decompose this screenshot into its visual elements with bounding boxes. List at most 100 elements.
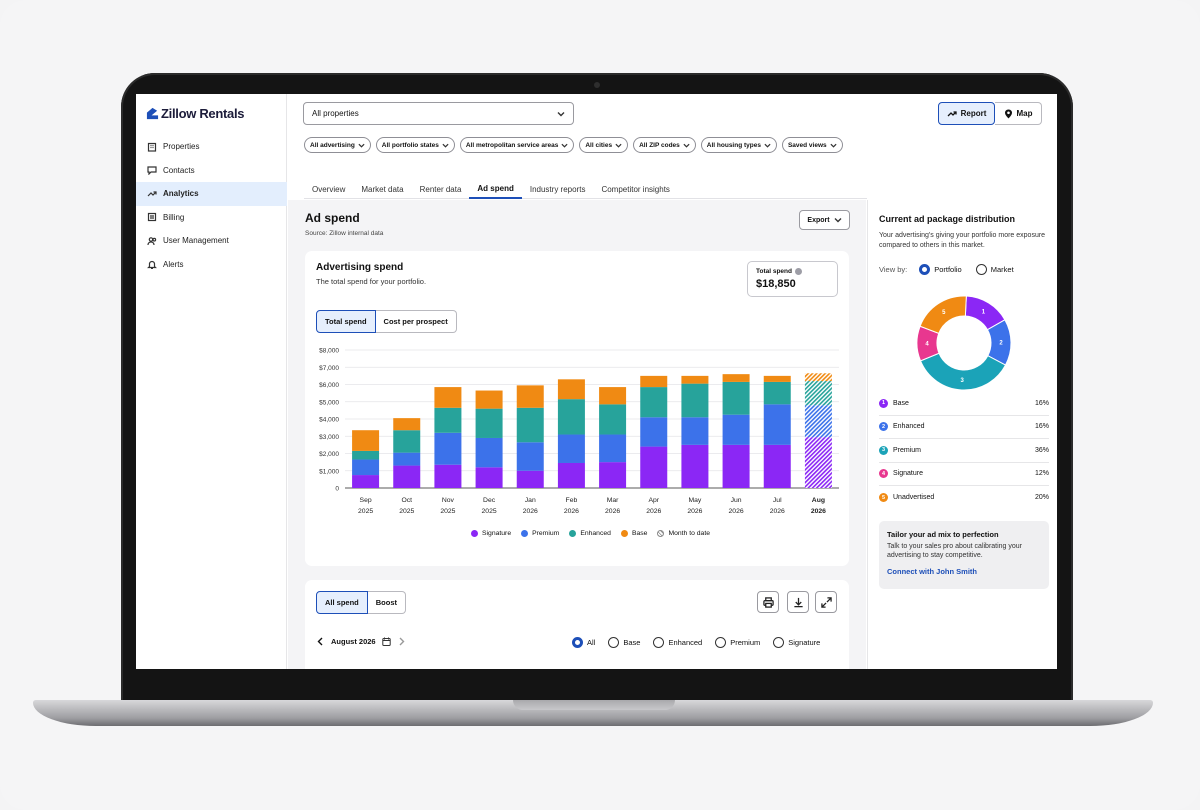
- bar-premium-jul[interactable]: [763, 404, 791, 445]
- bar-base-mar[interactable]: [599, 387, 627, 405]
- map-button[interactable]: Map: [995, 102, 1042, 125]
- bar-signature-oct[interactable]: [393, 465, 421, 488]
- chevron-right-icon[interactable]: [397, 637, 406, 646]
- radio-premium[interactable]: Premium: [715, 637, 760, 648]
- export-label: Export: [807, 216, 830, 224]
- filter-all-advertising[interactable]: All advertising: [304, 137, 371, 153]
- sidebar-item-user-management[interactable]: User Management: [136, 229, 287, 253]
- x-tick-month: Jun: [731, 497, 742, 504]
- bar-signature-nov[interactable]: [434, 464, 462, 488]
- bar-enhanced-jun[interactable]: [722, 381, 750, 415]
- filter-all-housing-types[interactable]: All housing types: [700, 137, 777, 153]
- bar-enhanced-aug[interactable]: [804, 381, 832, 406]
- bar-base-jul[interactable]: [763, 375, 791, 382]
- bar-base-aug[interactable]: [804, 373, 832, 382]
- bar-base-oct[interactable]: [393, 418, 421, 431]
- boost-toggle[interactable]: Boost: [367, 591, 407, 614]
- radio-enhanced[interactable]: Enhanced: [653, 637, 702, 648]
- filter-all-zip-codes[interactable]: All ZIP codes: [633, 137, 696, 153]
- bar-base-apr[interactable]: [640, 375, 668, 388]
- bar-premium-jan[interactable]: [516, 442, 544, 471]
- view-market-radio[interactable]: Market: [975, 264, 1014, 275]
- bar-base-may[interactable]: [681, 375, 709, 384]
- expand-button[interactable]: [815, 591, 837, 613]
- view-portfolio-radio[interactable]: Portfolio: [919, 264, 962, 275]
- bar-premium-dec[interactable]: [475, 437, 503, 468]
- bar-signature-mar[interactable]: [599, 462, 627, 488]
- card-subtitle: The total spend for your portfolio.: [316, 277, 427, 286]
- filter-all-cities[interactable]: All cities: [579, 137, 629, 153]
- total-spend-toggle[interactable]: Total spend: [316, 310, 376, 333]
- print-button[interactable]: [757, 591, 779, 613]
- bar-enhanced-dec[interactable]: [475, 408, 503, 438]
- bar-signature-feb[interactable]: [557, 462, 585, 488]
- radio-all[interactable]: All: [572, 637, 595, 648]
- bar-premium-aug[interactable]: [804, 405, 832, 438]
- bar-signature-sep[interactable]: [352, 475, 380, 488]
- bar-enhanced-jan[interactable]: [516, 407, 544, 443]
- bar-signature-dec[interactable]: [475, 467, 503, 488]
- radio-signature[interactable]: Signature: [773, 637, 820, 648]
- bar-enhanced-oct[interactable]: [393, 430, 421, 453]
- bar-signature-jan[interactable]: [516, 470, 544, 488]
- bar-premium-mar[interactable]: [599, 434, 627, 463]
- tab-renter-data[interactable]: Renter data: [412, 179, 470, 199]
- bar-premium-oct[interactable]: [393, 452, 421, 466]
- tab-overview[interactable]: Overview: [304, 179, 353, 199]
- report-button[interactable]: Report: [938, 102, 995, 125]
- bar-base-jun[interactable]: [722, 374, 750, 382]
- calendar-icon[interactable]: [381, 637, 391, 646]
- property-select[interactable]: All properties: [303, 102, 574, 125]
- sidebar-item-analytics[interactable]: Analytics: [136, 182, 287, 206]
- all-spend-toggle[interactable]: All spend: [316, 591, 368, 614]
- bar-premium-may[interactable]: [681, 417, 709, 445]
- tab-ad-spend[interactable]: Ad spend: [469, 179, 522, 199]
- info-icon[interactable]: [795, 268, 802, 275]
- download-button[interactable]: [787, 591, 809, 613]
- sidebar-item-billing[interactable]: Billing: [136, 206, 287, 230]
- bar-premium-apr[interactable]: [640, 417, 668, 447]
- bar-base-dec[interactable]: [475, 390, 503, 409]
- tab-competitor-insights[interactable]: Competitor insights: [593, 179, 677, 199]
- bar-premium-sep[interactable]: [352, 459, 380, 476]
- export-button[interactable]: Export: [799, 210, 850, 230]
- sidebar-item-properties[interactable]: Properties: [136, 135, 287, 159]
- connect-link[interactable]: Connect with John Smith: [887, 567, 1041, 576]
- bar-enhanced-sep[interactable]: [352, 450, 380, 460]
- sidebar-item-alerts[interactable]: Alerts: [136, 253, 287, 277]
- bar-signature-apr[interactable]: [640, 446, 668, 488]
- filter-all-metropolitan-service-areas[interactable]: All metropolitan service areas: [459, 137, 575, 153]
- sidebar-item-contacts[interactable]: Contacts: [136, 159, 287, 183]
- bar-enhanced-may[interactable]: [681, 383, 709, 418]
- bar-signature-aug[interactable]: [804, 437, 832, 488]
- bar-enhanced-feb[interactable]: [557, 399, 585, 435]
- tab-industry-reports[interactable]: Industry reports: [522, 179, 594, 199]
- chevron-left-icon[interactable]: [316, 637, 325, 646]
- bar-premium-jun[interactable]: [722, 414, 750, 445]
- report-label: Report: [960, 109, 987, 118]
- bar-signature-may[interactable]: [681, 444, 709, 488]
- logo[interactable]: Zillow Rentals: [146, 106, 245, 121]
- tab-market-data[interactable]: Market data: [353, 179, 411, 199]
- advertising-spend-card: Advertising spend The total spend for yo…: [305, 251, 849, 566]
- print-icon: [762, 596, 774, 608]
- filter-all-portfolio-states[interactable]: All portfolio states: [375, 137, 455, 153]
- filter-saved-views[interactable]: Saved views: [781, 137, 843, 153]
- distribution-label: Premium: [893, 446, 922, 454]
- bar-enhanced-mar[interactable]: [599, 404, 627, 435]
- bar-base-feb[interactable]: [557, 379, 585, 400]
- bar-base-sep[interactable]: [352, 430, 380, 451]
- bar-enhanced-nov[interactable]: [434, 407, 462, 433]
- bar-premium-feb[interactable]: [557, 434, 585, 463]
- bar-base-jan[interactable]: [516, 385, 544, 408]
- bar-enhanced-jul[interactable]: [763, 381, 791, 405]
- bar-base-nov[interactable]: [434, 387, 462, 408]
- donut-slice-premium[interactable]: [919, 352, 1007, 391]
- number-badge: 2: [879, 422, 888, 432]
- bar-signature-jul[interactable]: [763, 444, 791, 488]
- bar-premium-nov[interactable]: [434, 432, 462, 465]
- bar-enhanced-apr[interactable]: [640, 387, 668, 418]
- bar-signature-jun[interactable]: [722, 444, 750, 488]
- radio-base[interactable]: Base: [608, 637, 640, 648]
- cost-per-prospect-toggle[interactable]: Cost per prospect: [375, 310, 457, 333]
